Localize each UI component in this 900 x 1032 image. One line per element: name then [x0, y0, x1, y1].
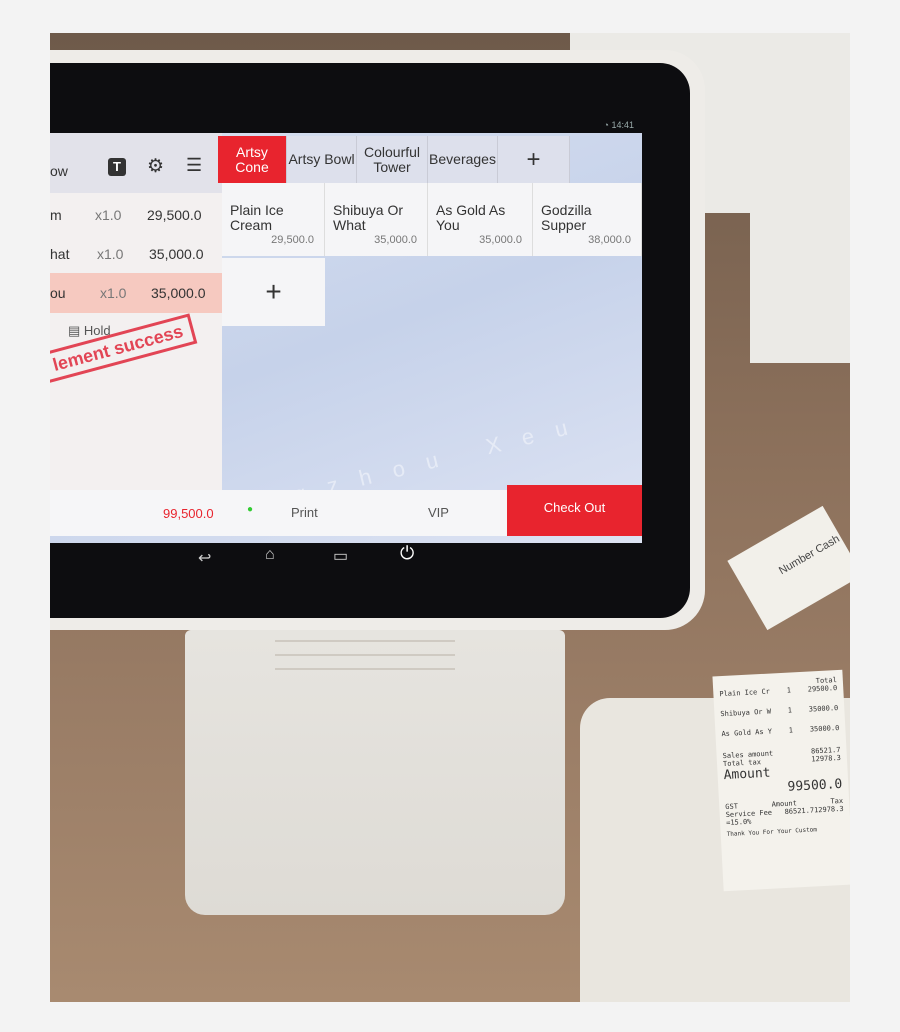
receipt-qty: 1	[786, 686, 792, 695]
receipt-thanks: Thank You For Your Custom	[726, 826, 818, 839]
back-icon[interactable]: ↩	[198, 548, 211, 568]
receipt-value: 86521.7	[784, 806, 815, 816]
card-text: Number Cash	[777, 532, 842, 578]
product-tile[interactable]: As Gold As You 35,000.0	[428, 183, 533, 256]
clock: 14:41	[611, 120, 634, 130]
product-name: Godzilla Supper	[541, 202, 592, 233]
photo: ◔ 14:41 ow T ⚙ ☰ m x1.0 29,500.0 hat x1.0 35…	[50, 33, 850, 1002]
receipt-total: 35000.0	[808, 704, 839, 714]
paper-card: Number Cash	[727, 505, 850, 631]
online-dot-icon: ●	[247, 504, 254, 515]
bottom-bar: 99,500.0 ● Print VIP Check Out	[50, 485, 642, 536]
product-price: 29,500.0	[271, 234, 314, 246]
item-name: ou	[50, 285, 66, 301]
monitor-stand	[185, 630, 565, 915]
item-qty: x1.0	[95, 207, 122, 223]
tab-beverages[interactable]: Beverages	[428, 136, 498, 183]
product-name: As Gold As You	[436, 202, 506, 233]
status-bar: ◔ 14:41	[50, 120, 642, 134]
product-price: 38,000.0	[588, 234, 631, 246]
product-name: Shibuya Or What	[333, 202, 404, 233]
print-button[interactable]: Print	[291, 505, 318, 520]
list-icon[interactable]: ☰	[186, 155, 202, 176]
header-text: ow	[50, 163, 68, 179]
checkout-button[interactable]: Check Out	[507, 485, 642, 536]
vip-button[interactable]: VIP	[428, 505, 449, 520]
order-total: 99,500.0	[163, 506, 214, 521]
receipt-amount-label: Amount	[723, 765, 771, 784]
item-name: hat	[50, 246, 70, 262]
receipt-total: 35000.0	[809, 723, 840, 734]
item-qty: x1.0	[100, 285, 127, 301]
item-price: 29,500.0	[147, 207, 202, 223]
home-icon[interactable]: ⌂	[265, 546, 275, 564]
item-price: 35,000.0	[151, 285, 206, 301]
receipt-amount: 99500.0	[787, 776, 843, 795]
tab-colourful-tower[interactable]: Colourful Tower	[357, 136, 428, 183]
product-tile[interactable]: Shibuya Or What 35,000.0	[325, 183, 428, 256]
gear-icon[interactable]: ⚙	[147, 155, 164, 178]
order-row[interactable]: hat x1.0 35,000.0	[50, 234, 222, 274]
product-name: Plain Ice Cream	[230, 202, 284, 233]
product-tile[interactable]: Godzilla Supper 38,000.0	[533, 183, 642, 256]
power-icon[interactable]: ⏻	[400, 543, 414, 564]
order-row-selected[interactable]: ou x1.0 35,000.0	[50, 273, 222, 313]
add-tab-button[interactable]: +	[498, 136, 570, 183]
receipt-total: 29500.0	[807, 684, 838, 694]
receipt-item: As Gold As Y	[721, 727, 773, 739]
add-product-button[interactable]: +	[222, 258, 325, 326]
item-price: 35,000.0	[149, 246, 204, 262]
order-panel: ow T ⚙ ☰ m x1.0 29,500.0 hat x1.0 35,000.0 o…	[50, 133, 222, 493]
product-price: 35,000.0	[374, 234, 417, 246]
product-price: 35,000.0	[479, 234, 522, 246]
receipt-item: Shibuya Or W	[720, 707, 772, 719]
receipt-item: Plain Ice Cr	[719, 687, 771, 699]
item-name: m	[50, 207, 62, 223]
text-icon[interactable]: T	[108, 158, 126, 176]
android-nav-bar: ↩ ⌂ ▭ ⏻	[50, 540, 642, 574]
product-tile[interactable]: Plain Ice Cream 29,500.0	[222, 183, 325, 256]
foam-packaging	[750, 213, 850, 363]
item-qty: x1.0	[97, 246, 124, 262]
receipt-qty: 1	[788, 726, 794, 735]
tab-artsy-cone[interactable]: Artsy Cone	[218, 136, 287, 183]
receipt-label: Service Fee =15.0%	[725, 808, 773, 828]
tab-artsy-bowl[interactable]: Artsy Bowl	[287, 136, 357, 183]
receipt-qty: 1	[787, 706, 793, 715]
vent-slots	[275, 640, 455, 642]
order-header: ow T ⚙ ☰	[50, 133, 222, 193]
recent-apps-icon[interactable]: ▭	[333, 546, 348, 566]
receipt: Total Plain Ice Cr 1 29500.0 Shibuya Or W1…	[712, 669, 850, 892]
pos-screen: ow T ⚙ ☰ m x1.0 29,500.0 hat x1.0 35,000.0 o…	[50, 133, 642, 543]
order-row[interactable]: m x1.0 29,500.0	[50, 195, 222, 235]
receipt-value: 12978.3	[811, 753, 842, 764]
receipt-value: 12978.3	[813, 804, 844, 815]
